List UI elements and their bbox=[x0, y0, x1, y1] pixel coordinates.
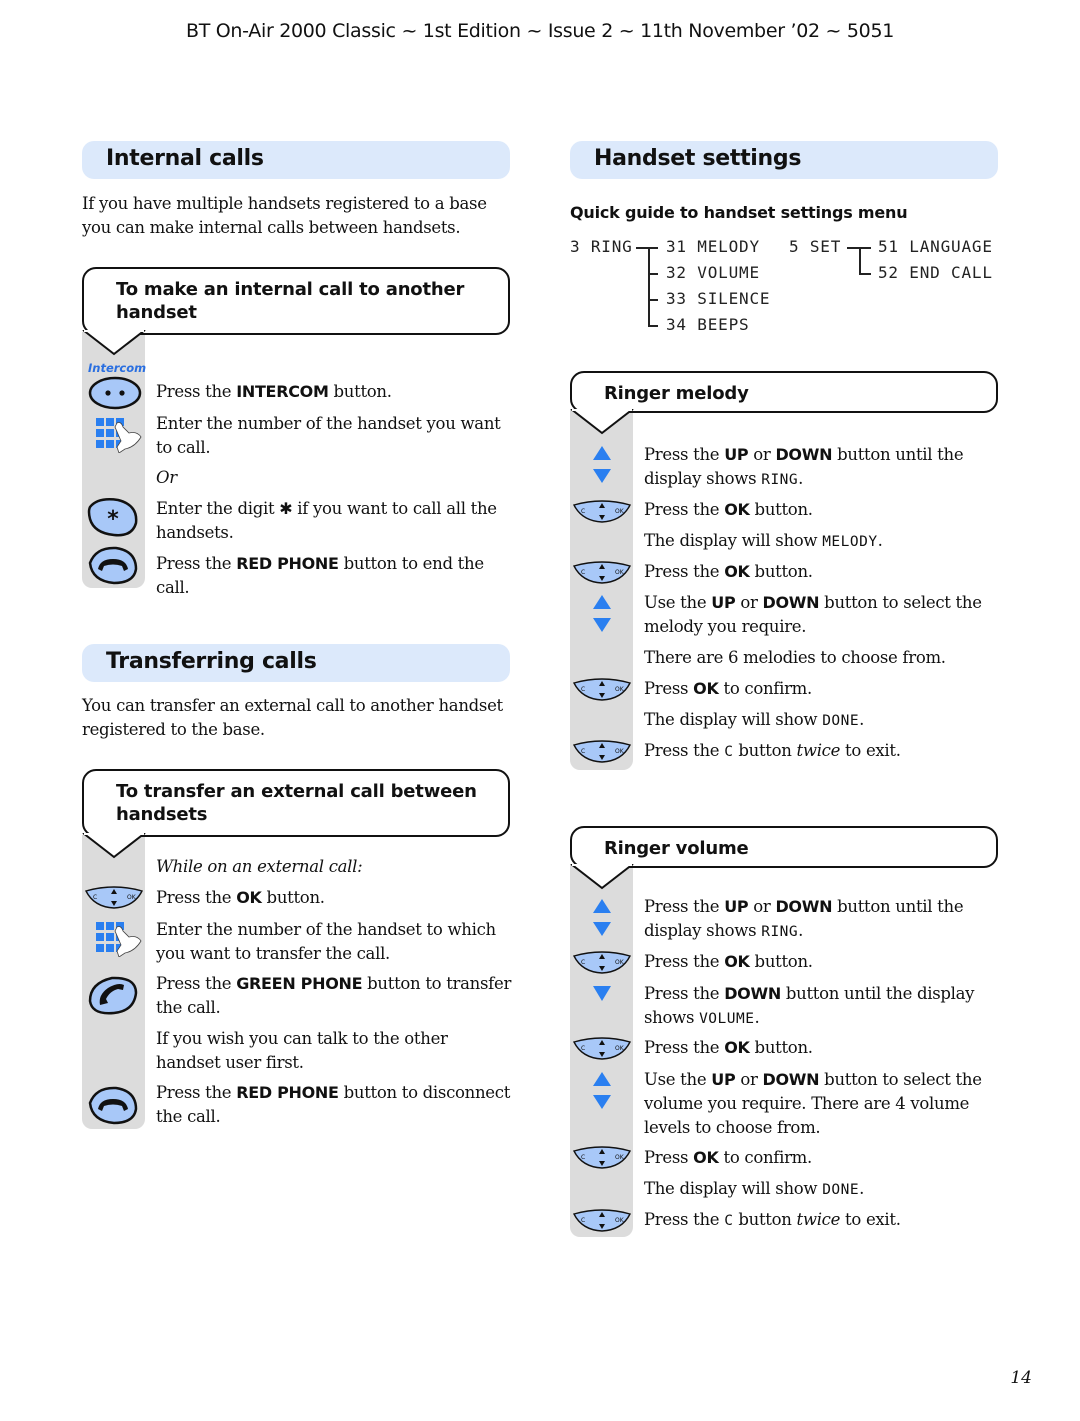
volume-step-6: Press OK to confirm. bbox=[644, 1148, 812, 1167]
volume-step-8: Press the C button twice to exit. bbox=[644, 1210, 901, 1229]
step-or: Or bbox=[156, 468, 177, 487]
step-press-green-phone: Press the GREEN PHONE button to transfer… bbox=[156, 974, 512, 1017]
document-header: BT On-Air 2000 Classic ~ 1st Edition ~ I… bbox=[185, 20, 895, 42]
menu-item: 51 LANGUAGE bbox=[878, 237, 993, 256]
melody-step-6: There are 6 melodies to choose from. bbox=[644, 648, 946, 667]
menu-item: 31 MELODY bbox=[666, 237, 760, 256]
step-press-ok: Press the OK button. bbox=[156, 888, 325, 907]
up-down-arrows-icon bbox=[592, 594, 612, 634]
step-enter-star: Enter the digit ✱ if you want to call al… bbox=[156, 499, 497, 542]
section-title: Handset settings bbox=[594, 146, 802, 171]
green-phone-icon bbox=[86, 975, 140, 1015]
up-down-arrows-icon bbox=[592, 898, 612, 938]
ok-nav-key-icon bbox=[572, 499, 632, 523]
volume-step-3: Press the DOWN button until the display … bbox=[644, 984, 975, 1027]
menu-item: 33 SILENCE bbox=[666, 289, 771, 308]
volume-step-1: Press the UP or DOWN button until the di… bbox=[644, 897, 964, 940]
tree-connector bbox=[859, 273, 871, 275]
ok-nav-key-icon bbox=[84, 885, 144, 909]
callout-pointer bbox=[570, 864, 634, 890]
procedure-callout-ringer-volume: Ringer volume bbox=[570, 826, 998, 868]
procedure-title: To make an internal call to another hand… bbox=[116, 279, 465, 323]
page-number: 14 bbox=[1010, 1368, 1032, 1388]
procedure-callout-ringer-melody: Ringer melody bbox=[570, 371, 998, 413]
callout-pointer bbox=[82, 330, 146, 356]
intercom-button-icon bbox=[88, 376, 142, 410]
procedure-title: To transfer an external call between han… bbox=[116, 781, 477, 825]
red-phone-icon bbox=[86, 1085, 140, 1125]
step-press-red-phone: Press the RED PHONE button to disconnect… bbox=[156, 1083, 511, 1126]
procedure-callout-internal-call: To make an internal call to another hand… bbox=[82, 267, 510, 335]
tree-connector bbox=[859, 247, 861, 275]
star-key-icon bbox=[86, 497, 140, 537]
transferring-calls-intro: You can transfer an external call to ano… bbox=[82, 696, 503, 739]
melody-step-3: The display will show MELODY. bbox=[644, 531, 883, 550]
procedure-title: Ringer volume bbox=[604, 838, 749, 859]
keypad-icon bbox=[95, 417, 145, 453]
tree-connector bbox=[648, 247, 650, 327]
up-down-arrows-icon bbox=[592, 445, 612, 485]
step-talk-first: If you wish you can talk to the other ha… bbox=[156, 1029, 448, 1072]
section-header-internal-calls: Internal calls bbox=[82, 141, 510, 179]
callout-pointer bbox=[82, 833, 146, 859]
tree-connector bbox=[648, 299, 658, 301]
menu-item: 52 END CALL bbox=[878, 263, 993, 282]
menu-item: 32 VOLUME bbox=[666, 263, 760, 282]
step-while-on-call: While on an external call: bbox=[156, 857, 363, 876]
volume-step-7: The display will show DONE. bbox=[644, 1179, 865, 1198]
step-press-red-phone: Press the RED PHONE button to end the ca… bbox=[156, 554, 484, 597]
step-enter-handset-number: Enter the number of the handset to which… bbox=[156, 920, 496, 963]
melody-step-8: The display will show DONE. bbox=[644, 710, 865, 729]
keypad-icon bbox=[95, 921, 145, 957]
melody-step-1: Press the UP or DOWN button until the di… bbox=[644, 445, 964, 488]
volume-step-2: Press the OK button. bbox=[644, 952, 813, 971]
red-phone-icon bbox=[86, 545, 140, 585]
menu-item: 34 BEEPS bbox=[666, 315, 750, 334]
tree-connector bbox=[636, 247, 658, 249]
section-title: Transferring calls bbox=[106, 649, 317, 674]
ok-nav-key-icon bbox=[572, 1208, 632, 1232]
procedure-callout-transfer-call: To transfer an external call between han… bbox=[82, 769, 510, 837]
menu-ring: 3 RING bbox=[570, 237, 633, 256]
melody-step-7: Press OK to confirm. bbox=[644, 679, 812, 698]
ok-nav-key-icon bbox=[572, 950, 632, 974]
callout-pointer bbox=[570, 409, 634, 435]
ok-nav-key-icon bbox=[572, 1145, 632, 1169]
tree-connector bbox=[648, 273, 658, 275]
melody-step-4: Press the OK button. bbox=[644, 562, 813, 581]
procedure-title: Ringer melody bbox=[604, 383, 749, 404]
quick-guide-title: Quick guide to handset settings menu bbox=[570, 203, 908, 222]
section-header-transferring-calls: Transferring calls bbox=[82, 644, 510, 682]
ok-nav-key-icon bbox=[572, 1036, 632, 1060]
melody-step-5: Use the UP or DOWN button to select the … bbox=[644, 593, 982, 636]
melody-step-2: Press the OK button. bbox=[644, 500, 813, 519]
up-down-arrows-icon bbox=[592, 1071, 612, 1111]
intercom-label: Intercom bbox=[88, 361, 147, 375]
melody-step-9: Press the C button twice to exit. bbox=[644, 741, 901, 760]
section-header-handset-settings: Handset settings bbox=[570, 141, 998, 179]
step-press-intercom: Press the INTERCOM button. bbox=[156, 382, 392, 401]
section-title: Internal calls bbox=[106, 146, 264, 171]
ok-nav-key-icon bbox=[572, 677, 632, 701]
down-arrow-icon bbox=[592, 985, 612, 1003]
menu-set: 5 SET bbox=[789, 237, 842, 256]
step-enter-handset-number: Enter the number of the handset you want… bbox=[156, 414, 501, 457]
ok-nav-key-icon bbox=[572, 739, 632, 763]
volume-step-4: Press the OK button. bbox=[644, 1038, 813, 1057]
volume-step-5: Use the UP or DOWN button to select the … bbox=[644, 1070, 982, 1137]
ok-nav-key-icon bbox=[572, 560, 632, 584]
tree-connector bbox=[648, 325, 658, 327]
internal-calls-intro: If you have multiple handsets registered… bbox=[82, 194, 487, 237]
